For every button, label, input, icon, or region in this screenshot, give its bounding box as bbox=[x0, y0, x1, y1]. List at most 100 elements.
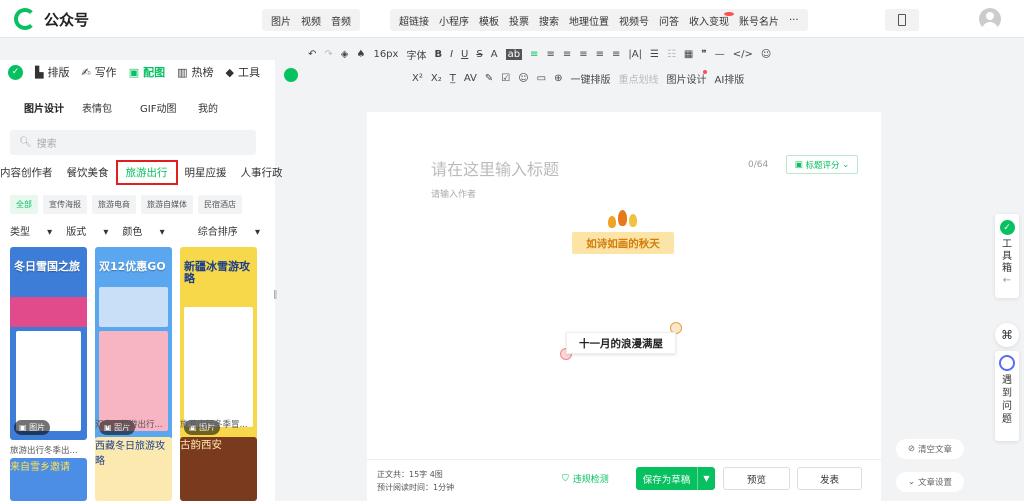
table-icon[interactable]: ▦ bbox=[684, 49, 693, 60]
menu-video[interactable]: 视频 bbox=[296, 13, 326, 28]
panel-resize-handle[interactable]: ‖ bbox=[273, 290, 279, 310]
category-celebrity[interactable]: 明星应援 bbox=[178, 165, 234, 185]
menu-hyperlink[interactable]: 超链接 bbox=[394, 13, 434, 28]
eraser-icon[interactable]: ◈ bbox=[341, 49, 349, 60]
underline-icon[interactable]: U bbox=[461, 49, 468, 60]
category-food[interactable]: 餐饮美食 bbox=[60, 165, 116, 185]
subtab-gif[interactable]: GIF动图 bbox=[140, 100, 198, 115]
clear-article-button[interactable]: ⊘ 清空文章 bbox=[896, 439, 964, 459]
line-height-icon[interactable]: ≡ bbox=[596, 49, 604, 60]
subtab-mine[interactable]: 我的 bbox=[198, 100, 256, 115]
checkbox-icon[interactable]: ☑ bbox=[501, 73, 510, 84]
tag-self-media[interactable]: 旅游自媒体 bbox=[141, 195, 193, 214]
bold-icon[interactable]: B bbox=[434, 49, 442, 60]
tab-image[interactable]: ▣ 配图 bbox=[129, 64, 165, 80]
article-settings-button[interactable]: ⌄ 文章设置 bbox=[896, 472, 964, 492]
tag-hotel[interactable]: 民宿酒店 bbox=[198, 195, 242, 214]
char-spacing-icon[interactable]: AV bbox=[464, 73, 477, 84]
subtab-stickers[interactable]: 表情包 bbox=[82, 100, 140, 115]
tab-write[interactable]: ✍ 写作 bbox=[81, 64, 116, 80]
category-creator[interactable]: 内容创作者 bbox=[0, 165, 60, 185]
ordered-list-icon[interactable]: ☷ bbox=[667, 49, 676, 60]
widget-icon[interactable]: ⊕ bbox=[554, 73, 562, 84]
avatar[interactable] bbox=[979, 8, 1001, 30]
category-hr[interactable]: 人事行政 bbox=[234, 165, 290, 185]
redo-icon[interactable]: ↷ bbox=[324, 49, 332, 60]
subtab-image-design[interactable]: 图片设计 bbox=[24, 100, 82, 115]
menu-account-card[interactable]: 账号名片 bbox=[734, 13, 784, 28]
font-size-select[interactable]: 16px bbox=[373, 49, 398, 60]
pen-icon[interactable]: ✎ bbox=[485, 73, 493, 84]
title-input[interactable]: 请在这里输入标题 bbox=[431, 156, 559, 180]
template-card[interactable]: 西藏冬日旅游攻略 bbox=[95, 437, 172, 501]
tab-layout[interactable]: ▙ 排版 bbox=[35, 64, 69, 80]
chevron-down-icon[interactable]: ▼ bbox=[697, 467, 715, 490]
publish-button[interactable]: 发表 bbox=[797, 467, 862, 490]
menu-vote[interactable]: 投票 bbox=[504, 13, 534, 28]
subscript-icon[interactable]: X₂ bbox=[431, 73, 442, 84]
divider-icon[interactable]: — bbox=[715, 49, 725, 60]
font-color-icon[interactable]: A bbox=[491, 49, 498, 60]
menu-search[interactable]: 搜索 bbox=[534, 13, 564, 28]
menu-image[interactable]: 图片 bbox=[266, 13, 296, 28]
template-card[interactable]: 来自雪乡邀请 bbox=[10, 458, 87, 501]
one-click-layout-button[interactable]: 一键排版 bbox=[571, 71, 611, 86]
key-underline-button[interactable]: 重点划线 bbox=[619, 71, 659, 86]
search-input[interactable]: 🔍︎ 搜索 bbox=[10, 130, 256, 155]
code-icon[interactable]: </> bbox=[733, 49, 753, 60]
filter-color[interactable]: 颜色 ▾ bbox=[122, 223, 164, 238]
filter-layout[interactable]: 版式 ▾ bbox=[66, 223, 108, 238]
mobile-preview-button[interactable] bbox=[885, 9, 919, 31]
menu-channels[interactable]: 视频号 bbox=[614, 13, 654, 28]
tag-ecommerce[interactable]: 旅游电商 bbox=[92, 195, 136, 214]
sort-select[interactable]: 综合排序 ▾ bbox=[198, 223, 260, 238]
toolbox-button[interactable]: ✓ 工 具 箱 ← bbox=[995, 214, 1019, 298]
superscript-icon[interactable]: X² bbox=[412, 73, 423, 84]
autumn-banner[interactable]: 如诗如画的秋天 bbox=[570, 208, 676, 258]
wechat-plugin-icon[interactable]: ✓ bbox=[8, 64, 23, 80]
format-painter-icon[interactable]: ♠ bbox=[356, 49, 365, 60]
template-card[interactable]: 冬日雪国之旅 ▣ 图片 bbox=[10, 247, 87, 440]
menu-miniprogram[interactable]: 小程序 bbox=[434, 13, 474, 28]
align-right-icon[interactable]: ≡ bbox=[563, 49, 571, 60]
violation-check-button[interactable]: ⛉ 违规检测 bbox=[562, 472, 609, 486]
menu-monetize[interactable]: 收入变现 bbox=[684, 11, 734, 28]
menu-qa[interactable]: 问答 bbox=[654, 13, 684, 28]
tab-trending[interactable]: ▥ 热榜 bbox=[177, 64, 213, 80]
menu-template[interactable]: 模板 bbox=[474, 13, 504, 28]
quote-icon[interactable]: ❞ bbox=[701, 49, 706, 60]
italic-icon[interactable]: I bbox=[450, 49, 453, 60]
indent-icon[interactable]: ≡ bbox=[612, 49, 620, 60]
frame-icon[interactable]: ▭ bbox=[537, 73, 546, 84]
plugin-toggle[interactable] bbox=[284, 68, 298, 82]
emoji-icon[interactable]: ☺ bbox=[761, 49, 771, 60]
template-card[interactable]: 双12优惠GO ▣ 图片 bbox=[95, 247, 172, 440]
strikethrough-icon[interactable]: S bbox=[476, 49, 482, 60]
align-center-icon[interactable]: ≡ bbox=[546, 49, 554, 60]
undo-icon[interactable]: ↶ bbox=[308, 49, 316, 60]
preview-button[interactable]: 预览 bbox=[723, 467, 790, 490]
template-card[interactable]: 古韵西安 bbox=[180, 437, 257, 501]
ai-layout-button[interactable]: AI排版 bbox=[715, 71, 745, 86]
logo[interactable]: 公众号 bbox=[14, 8, 89, 30]
highlight-icon[interactable]: ab bbox=[505, 48, 523, 60]
image-design-button[interactable]: 图片设计 bbox=[667, 69, 707, 86]
menu-more[interactable]: ··· bbox=[784, 15, 804, 26]
menu-location[interactable]: 地理位置 bbox=[564, 13, 614, 28]
save-draft-button[interactable]: 保存为草稿 ▼ bbox=[636, 467, 715, 490]
align-left-icon[interactable]: ≡ bbox=[530, 49, 538, 60]
tag-poster[interactable]: 宣传海报 bbox=[43, 195, 87, 214]
november-banner[interactable]: 十一月的浪漫满屋 bbox=[560, 322, 684, 360]
list-icon[interactable]: ☰ bbox=[650, 49, 659, 60]
menu-audio[interactable]: 音频 bbox=[326, 13, 356, 28]
category-travel[interactable]: 旅游出行 bbox=[115, 160, 178, 185]
help-button[interactable]: 遇 到 问 题 bbox=[995, 351, 1019, 441]
font-family-select[interactable]: 字体 bbox=[406, 47, 426, 62]
tag-all[interactable]: 全部 bbox=[10, 195, 38, 214]
apps-icon[interactable]: ⌘ bbox=[995, 323, 1019, 347]
justify-icon[interactable]: ≡ bbox=[579, 49, 587, 60]
filter-type[interactable]: 类型 ▾ bbox=[10, 223, 52, 238]
text-style-icon[interactable]: T̲ bbox=[450, 73, 456, 84]
author-input[interactable]: 请输入作者 bbox=[431, 187, 476, 200]
tab-tools[interactable]: ◆ 工具 bbox=[226, 64, 260, 80]
